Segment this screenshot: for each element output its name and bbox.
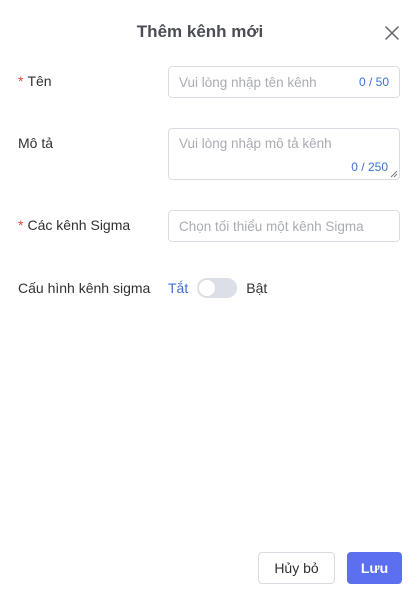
name-label: * Tên	[18, 71, 52, 91]
dialog-title: Thêm kênh mới	[136, 22, 264, 41]
save-button[interactable]: Lưu	[347, 552, 402, 584]
resize-handle-icon[interactable]	[390, 170, 398, 178]
name-field: 0 / 50	[168, 66, 400, 98]
cancel-button[interactable]: Hủy bỏ	[258, 552, 335, 584]
description-label: Mô tả	[18, 135, 54, 151]
sigma-config-toggle-group: Tắt Bật	[168, 278, 267, 298]
sigma-channels-label-text: Các kênh Sigma	[27, 217, 131, 233]
close-button[interactable]	[381, 22, 403, 44]
description-char-counter: 0 / 250	[351, 160, 388, 174]
add-channel-dialog: Thêm kênh mới *Tên 0 / 50 Mô tả 0 / 250 …	[0, 0, 419, 602]
sigma-channels-label: * Các kênh Sigma	[18, 215, 130, 235]
sigma-channels-select[interactable]	[168, 210, 400, 242]
name-char-counter: 0 / 50	[358, 75, 389, 89]
description-field: 0 / 250	[168, 128, 400, 180]
close-icon	[385, 26, 399, 40]
toggle-on-label[interactable]: Bật	[246, 280, 267, 296]
toggle-off-label[interactable]: Tắt	[168, 280, 188, 296]
sigma-channels-input[interactable]	[169, 211, 399, 241]
switch-knob	[199, 280, 216, 296]
required-mark: *	[18, 217, 24, 233]
name-label-text: Tên	[27, 73, 52, 89]
sigma-config-switch[interactable]	[197, 278, 238, 298]
sigma-config-label: Cấu hình kênh sigma	[18, 280, 151, 296]
required-mark: *	[18, 73, 24, 89]
